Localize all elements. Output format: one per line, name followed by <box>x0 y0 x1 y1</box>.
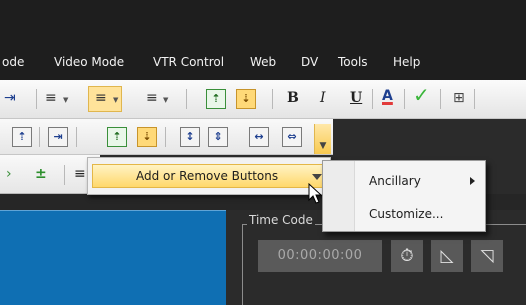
timecode-display: 00:00:00:00 <box>258 240 382 272</box>
center-align-icon: ≡ <box>95 90 107 106</box>
align-top-edge-button[interactable]: ⇡ <box>107 127 127 147</box>
toolbar-separator <box>372 89 373 109</box>
align-right-edge-button[interactable]: ⇥ <box>48 127 68 147</box>
align-top-button[interactable]: ⇡ <box>206 89 226 109</box>
menu-item-mode[interactable]: ode <box>2 55 24 69</box>
align-right-icon[interactable]: ≡ <box>146 89 158 107</box>
menu-item-vtr-control[interactable]: VTR Control <box>153 55 224 69</box>
menu-item-dv[interactable]: DV <box>301 55 318 69</box>
video-preview <box>0 210 226 305</box>
align-icon[interactable]: ⇥ <box>4 89 16 107</box>
toolbar-separator <box>440 89 441 109</box>
center-horizontal-button[interactable]: ⇔ <box>282 127 302 147</box>
alignment-toolbar: ⇡ ⇥ ⇡ ⇣ ↕ ⇕ ↔ ⇔ <box>0 119 333 155</box>
distribute-horizontal-button[interactable]: ↔ <box>249 127 269 147</box>
toolbar-separator <box>404 89 405 109</box>
mouse-cursor-icon <box>308 183 323 204</box>
chevron-right-icon <box>470 177 475 185</box>
toolbar-separator <box>64 165 65 185</box>
toolbar-options-menu: Add or Remove Buttons <box>87 157 331 195</box>
toolbar-separator <box>186 89 187 109</box>
formatting-toolbar: ⇥ ≡ ▼ ≡ ▼ ≡ ▼ ⇡ ⇣ B I U A ✓ ⊞ <box>0 80 526 119</box>
toolbar-separator <box>36 89 37 109</box>
secondary-toolbar: › ± ≡ <box>0 155 100 194</box>
green-check-icon[interactable]: ✓ <box>413 85 430 105</box>
submenu-item-customize[interactable]: Customize... <box>369 207 443 221</box>
align-bottom-button[interactable]: ⇣ <box>236 89 256 109</box>
ramp-down-icon[interactable]: ◹ <box>471 240 503 272</box>
title-bar <box>0 0 526 46</box>
play-icon[interactable]: › <box>6 165 12 183</box>
align-bottom-edge-button[interactable]: ⇣ <box>137 127 157 147</box>
menu-item-web[interactable]: Web <box>250 55 276 69</box>
chevron-down-icon[interactable]: ▼ <box>163 96 168 104</box>
font-color-button[interactable]: A <box>382 87 393 105</box>
add-remove-buttons-item[interactable]: Add or Remove Buttons <box>92 164 326 188</box>
align-left-icon[interactable]: ≡ <box>45 89 57 107</box>
align-icon[interactable]: ≡ <box>74 165 86 183</box>
center-vertical-button[interactable]: ⇕ <box>208 127 228 147</box>
italic-button[interactable]: I <box>320 89 326 107</box>
ramp-up-icon[interactable]: ◺ <box>431 240 463 272</box>
toolbar-separator <box>272 89 273 109</box>
submenu-item-ancillary[interactable]: Ancillary <box>369 174 421 188</box>
toolbar-separator <box>39 127 40 147</box>
menu-item-video-mode[interactable]: Video Mode <box>54 55 124 69</box>
menu-item-help[interactable]: Help <box>393 55 420 69</box>
toolbar-separator <box>474 89 475 109</box>
underline-button[interactable]: U <box>350 89 362 107</box>
plus-minus-button[interactable]: ± <box>35 165 47 183</box>
submenu-icon-gutter <box>323 161 355 231</box>
stopwatch-icon[interactable]: ⏱ <box>391 240 423 272</box>
add-remove-submenu: Ancillary Customize... <box>322 160 486 232</box>
move-up-button[interactable]: ⇡ <box>12 127 32 147</box>
toolbar-empty-area <box>333 119 526 155</box>
insert-icon[interactable]: ⊞ <box>453 89 465 107</box>
add-remove-buttons-label: Add or Remove Buttons <box>136 169 279 183</box>
timecode-label: Time Code <box>247 213 315 227</box>
chevron-down-icon: ▼ <box>113 96 119 104</box>
menu-item-tools[interactable]: Tools <box>338 55 368 69</box>
chevron-down-icon <box>312 174 322 180</box>
toolbar-options-chevron[interactable]: ▼ <box>314 124 331 154</box>
menu-bar: ode Video Mode VTR Control Web DV Tools … <box>0 46 526 80</box>
toolbar-separator <box>76 127 77 147</box>
distribute-vertical-button[interactable]: ↕ <box>180 127 200 147</box>
toolbar-separator <box>165 127 166 147</box>
chevron-down-icon[interactable]: ▼ <box>63 96 68 104</box>
bold-button[interactable]: B <box>287 89 299 107</box>
